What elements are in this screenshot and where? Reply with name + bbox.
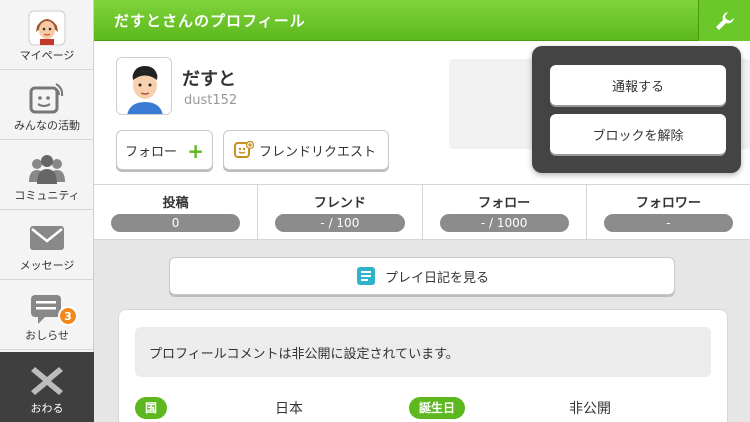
sidebar-item-label: おわる [30, 402, 64, 415]
friend-request-button[interactable]: フレンドリクエスト [223, 130, 389, 170]
stat-posts[interactable]: 投稿 0 [94, 185, 259, 239]
country-value: 日本 [275, 401, 303, 417]
user-avatar[interactable] [116, 57, 172, 115]
profile-user-id: dust152 [184, 93, 238, 108]
settings-tool-button[interactable] [698, 0, 750, 41]
stat-label: フレンド [313, 196, 366, 211]
stat-label: フォロー [478, 196, 531, 211]
profile-info-card: プロフィールコメントは非公開に設定されています。 国 日本 誕生日 非公開 [118, 309, 728, 422]
country-tag: 国 [135, 397, 168, 419]
sidebar: マイページ みんなの活動 コミュニティ メッセージ おしらせ 3 おわる [0, 0, 94, 422]
stat-label: 投稿 [162, 196, 189, 211]
stat-value: 0 [111, 214, 241, 232]
exit-button[interactable]: おわる [0, 352, 94, 422]
wrench-icon [715, 11, 734, 30]
stat-following[interactable]: フォロー - / 1000 [423, 185, 587, 239]
stat-value: - / 100 [275, 214, 405, 232]
profile-name: だすと [182, 69, 236, 90]
page-header: だすとさんのプロフィール [94, 0, 750, 41]
sidebar-item-label: メッセージ [19, 259, 75, 272]
stat-label: フォロワー [635, 196, 701, 211]
play-diary-button[interactable]: プレイ日記を見る [169, 257, 675, 295]
unblock-button[interactable]: ブロックを解除 [550, 114, 726, 154]
page-title: だすとさんのプロフィール [114, 12, 306, 30]
sidebar-item-message[interactable]: メッセージ [0, 210, 94, 280]
report-button[interactable]: 通報する [550, 65, 726, 105]
stat-followers[interactable]: フォロワー - [587, 185, 750, 239]
follow-label: フォロー [125, 144, 178, 160]
plus-icon: + [187, 139, 204, 163]
sidebar-item-notifications[interactable]: おしらせ [0, 280, 94, 350]
stat-friends[interactable]: フレンド - / 100 [258, 185, 423, 239]
play-diary-label: プレイ日記を見る [384, 270, 489, 286]
avatar-icon [28, 10, 66, 46]
profile-comment: プロフィールコメントは非公開に設定されています。 [135, 327, 711, 377]
sidebar-item-label: コミュニティ [14, 189, 80, 202]
close-icon [31, 367, 63, 395]
options-popup: 通報する ブロックを解除 [532, 46, 741, 173]
diary-icon [356, 267, 375, 285]
sidebar-item-label: マイページ [19, 49, 75, 62]
sidebar-item-mypage[interactable]: マイページ [0, 0, 94, 70]
community-icon [29, 155, 65, 184]
birthday-tag: 誕生日 [409, 397, 466, 419]
profile-details-area: プレイ日記を見る プロフィールコメントは非公開に設定されています。 国 日本 誕… [94, 240, 750, 422]
stat-value: - / 1000 [439, 214, 569, 232]
sidebar-item-label: みんなの活動 [14, 119, 80, 132]
notification-count-badge: 3 [58, 306, 78, 326]
friend-request-icon [234, 141, 254, 158]
activity-icon [29, 83, 64, 114]
envelope-icon [30, 226, 64, 250]
friend-request-label: フレンドリクエスト [259, 144, 377, 160]
sidebar-item-label: おしらせ [25, 329, 69, 342]
sidebar-item-activity[interactable]: みんなの活動 [0, 70, 94, 140]
stats-bar: 投稿 0 フレンド - / 100 フォロー - / 1000 フォロワー - [94, 184, 750, 240]
sidebar-item-community[interactable]: コミュニティ [0, 140, 94, 210]
birthday-value: 非公開 [569, 401, 611, 417]
stat-value: - [603, 214, 733, 232]
follow-button[interactable]: フォロー + [116, 130, 213, 170]
mii-avatar-icon [117, 58, 171, 114]
